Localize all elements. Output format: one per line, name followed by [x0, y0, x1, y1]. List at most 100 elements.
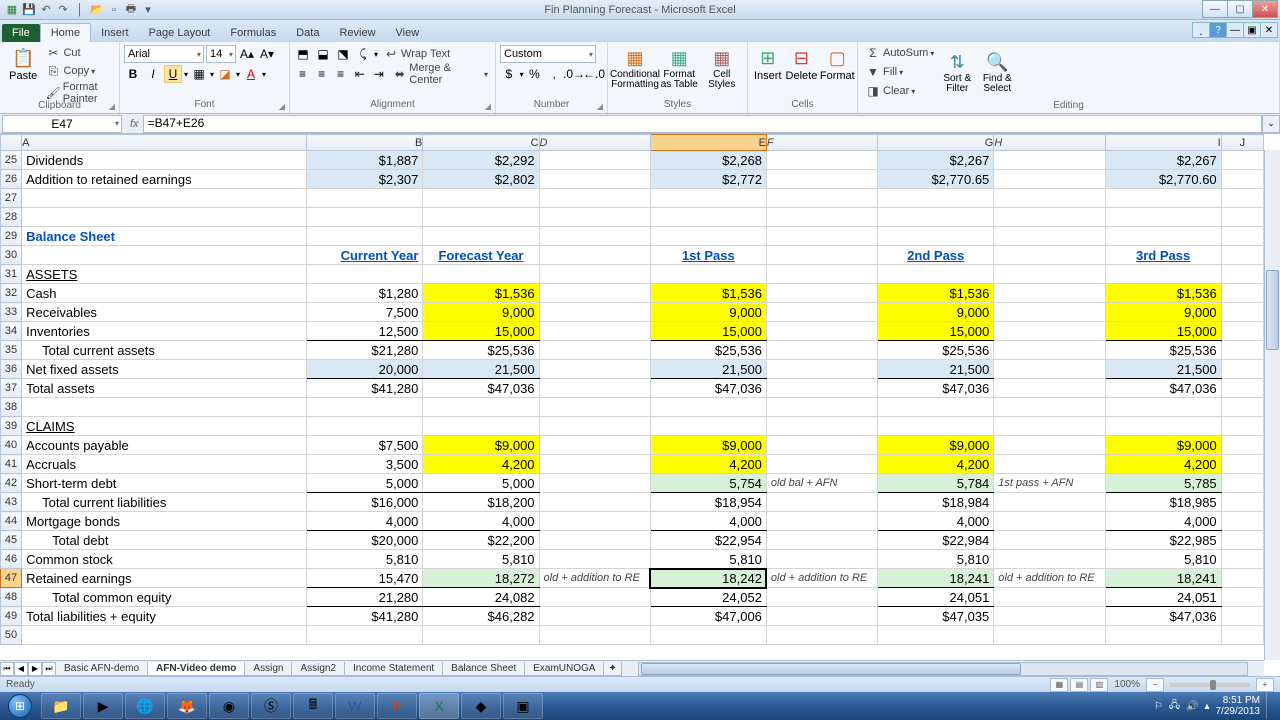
cell[interactable]: [994, 341, 1105, 360]
clear-button[interactable]: ◨Clear▾: [862, 82, 937, 100]
cell[interactable]: 4,000: [650, 512, 766, 531]
cell[interactable]: 5,000: [423, 474, 539, 493]
tab-data[interactable]: Data: [286, 24, 329, 42]
font-launcher[interactable]: ◢: [277, 101, 287, 111]
autosum-button[interactable]: ΣAutoSum▾: [862, 44, 937, 62]
col-header-D[interactable]: D: [539, 135, 650, 151]
cell[interactable]: [539, 626, 650, 645]
cell[interactable]: $18,200: [423, 493, 539, 512]
cell[interactable]: [22, 246, 307, 265]
cell[interactable]: [539, 341, 650, 360]
print-preview-icon[interactable]: 🖶: [123, 2, 139, 18]
cell[interactable]: Balance Sheet: [22, 227, 307, 246]
cell[interactable]: 9,000: [423, 303, 539, 322]
cells-delete-button[interactable]: ⊟Delete: [784, 44, 820, 99]
cell[interactable]: [539, 189, 650, 208]
sort-filter-button[interactable]: ⇅Sort & Filter: [937, 48, 977, 96]
cell[interactable]: 21,280: [307, 588, 423, 607]
cell[interactable]: [1221, 417, 1263, 436]
cell[interactable]: 5,785: [1105, 474, 1221, 493]
cell[interactable]: Total common equity: [22, 588, 307, 607]
cell[interactable]: ASSETS: [22, 265, 307, 284]
taskbar-powerpoint[interactable]: P: [377, 693, 417, 719]
tray-volume-icon[interactable]: 🔊: [1186, 701, 1198, 712]
row-header[interactable]: 49: [1, 607, 22, 626]
underline-button[interactable]: U: [164, 65, 182, 83]
cell[interactable]: [766, 626, 877, 645]
cell[interactable]: [307, 227, 423, 246]
cell[interactable]: Common stock: [22, 550, 307, 569]
font-name-combo[interactable]: Arial: [124, 45, 204, 63]
cell[interactable]: [22, 398, 307, 417]
fill-color-button[interactable]: ◪: [216, 65, 234, 83]
cell[interactable]: 9,000: [650, 303, 766, 322]
cell[interactable]: $22,200: [423, 531, 539, 550]
cell[interactable]: $16,000: [307, 493, 423, 512]
cell[interactable]: [539, 265, 650, 284]
cell[interactable]: $22,954: [650, 531, 766, 550]
cell[interactable]: [650, 626, 766, 645]
cell[interactable]: 5,000: [307, 474, 423, 493]
cell[interactable]: [1221, 588, 1263, 607]
cell[interactable]: [1105, 626, 1221, 645]
cell[interactable]: [307, 417, 423, 436]
cell[interactable]: [1105, 398, 1221, 417]
col-header-F[interactable]: F: [766, 135, 877, 151]
cell[interactable]: $2,772: [650, 170, 766, 189]
cell[interactable]: [994, 531, 1105, 550]
row-header[interactable]: 48: [1, 588, 22, 607]
cell[interactable]: [994, 436, 1105, 455]
cell[interactable]: 4,000: [307, 512, 423, 531]
cell[interactable]: Dividends: [22, 151, 307, 170]
cell[interactable]: [650, 227, 766, 246]
cell[interactable]: [539, 550, 650, 569]
tab-file[interactable]: File: [2, 24, 40, 42]
cell[interactable]: old + addition to RE: [994, 569, 1105, 588]
cell[interactable]: 18,241: [1105, 569, 1221, 588]
cond-format-button[interactable]: ▦Conditional Formatting: [612, 44, 658, 99]
undo-icon[interactable]: ↶: [38, 2, 54, 18]
save-icon[interactable]: 💾: [21, 2, 37, 18]
cell[interactable]: [1221, 151, 1263, 170]
cell[interactable]: [1221, 569, 1263, 588]
inc-decimal-button[interactable]: .0→: [565, 65, 583, 83]
cell[interactable]: 5,810: [878, 550, 994, 569]
tab-page-layout[interactable]: Page Layout: [139, 24, 221, 42]
cell[interactable]: old bal + AFN: [766, 474, 877, 493]
font-color-button[interactable]: A: [242, 65, 260, 83]
cell[interactable]: 1st pass + AFN: [994, 474, 1105, 493]
cell[interactable]: [307, 189, 423, 208]
cell[interactable]: [994, 303, 1105, 322]
border-button[interactable]: ▦: [190, 65, 208, 83]
cell[interactable]: [307, 626, 423, 645]
cell-styles-button[interactable]: ▦Cell Styles: [701, 44, 744, 99]
cell[interactable]: 21,500: [650, 360, 766, 379]
cell[interactable]: Total current assets: [22, 341, 307, 360]
cell[interactable]: [1221, 284, 1263, 303]
cell[interactable]: $25,536: [1105, 341, 1221, 360]
sheet-tab[interactable]: AFN-Video demo: [147, 662, 245, 676]
doc-minimize-button[interactable]: —: [1226, 22, 1244, 38]
fill-button[interactable]: ▼Fill▾: [862, 63, 937, 81]
font-size-combo[interactable]: 14: [206, 45, 236, 63]
row-header[interactable]: 37: [1, 379, 22, 398]
cell[interactable]: $18,985: [1105, 493, 1221, 512]
cell[interactable]: [22, 626, 307, 645]
cell[interactable]: 15,000: [878, 322, 994, 341]
cell[interactable]: [994, 588, 1105, 607]
cell[interactable]: 12,500: [307, 322, 423, 341]
cell[interactable]: [766, 322, 877, 341]
vscroll-thumb[interactable]: [1266, 270, 1279, 350]
cell[interactable]: $47,036: [650, 379, 766, 398]
cell[interactable]: 4,200: [1105, 455, 1221, 474]
cell[interactable]: [1221, 512, 1263, 531]
help-button[interactable]: ?: [1209, 22, 1227, 38]
cell[interactable]: [539, 360, 650, 379]
tab-nav-prev[interactable]: ◀: [14, 662, 28, 676]
cell[interactable]: 5,754: [650, 474, 766, 493]
col-header-E[interactable]: E: [650, 135, 766, 151]
cell[interactable]: 15,000: [423, 322, 539, 341]
col-header-A[interactable]: A: [22, 135, 307, 151]
cell[interactable]: [539, 512, 650, 531]
cell[interactable]: [539, 398, 650, 417]
